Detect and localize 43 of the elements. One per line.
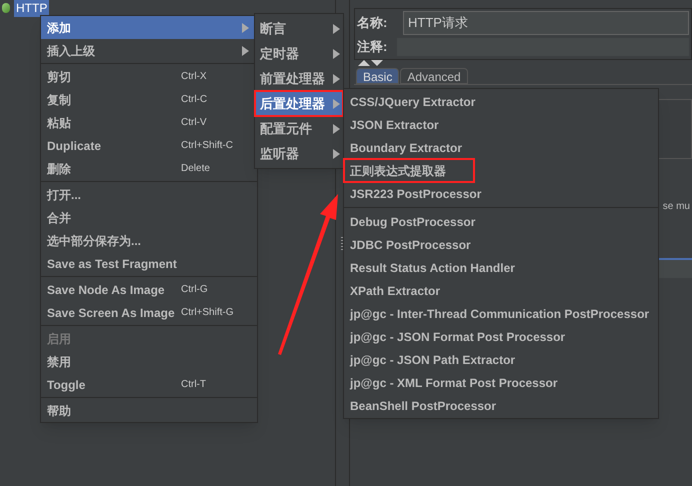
field-label: 名称: — [357, 14, 388, 32]
menu-item[interactable]: Result Status Action Handler — [344, 256, 658, 279]
menu-item[interactable]: jp@gc - JSON Path Extractor — [344, 348, 658, 371]
name-field[interactable]: HTTP请求 — [403, 11, 689, 35]
menu-item[interactable]: 禁用 — [41, 350, 257, 373]
menu-item[interactable]: 粘贴 Ctrl-V — [41, 111, 257, 134]
menu-item[interactable]: 合并 — [41, 206, 257, 229]
menu-item[interactable]: 正则表达式提取器 — [344, 159, 474, 182]
menu-item[interactable]: 定时器 — [255, 41, 343, 66]
menu-item[interactable]: Boundary Extractor — [344, 136, 658, 159]
menu-item[interactable]: 添加 — [41, 16, 257, 39]
option-label: se mu — [662, 200, 690, 214]
menu-item[interactable]: CSS/JQuery Extractor — [344, 90, 658, 113]
menu-item[interactable]: 剪切 Ctrl-X — [41, 65, 257, 88]
menu-item[interactable]: XPath Extractor — [344, 279, 658, 302]
menu-item[interactable]: 复制 Ctrl-C — [41, 88, 257, 111]
menu-item[interactable]: Save Screen As Image Ctrl+Shift-G — [41, 301, 257, 324]
menu-item[interactable]: jp@gc - XML Format Post Processor — [344, 371, 658, 394]
tab[interactable]: Basic — [356, 68, 400, 84]
expand-up-icon[interactable] — [358, 60, 370, 66]
menu-item[interactable]: jp@gc - JSON Format Post Processor — [344, 325, 658, 348]
menu-item[interactable]: Save Node As Image Ctrl-G — [41, 278, 257, 301]
menu-item[interactable]: JSON Extractor — [344, 113, 658, 136]
menu-item[interactable]: JDBC PostProcessor — [344, 233, 658, 256]
tab[interactable]: Advanced — [400, 68, 468, 84]
menu-item[interactable]: BeanShell PostProcessor — [344, 394, 658, 417]
menu-item[interactable]: Toggle Ctrl-T — [41, 373, 257, 396]
menu-item[interactable]: 删除 Delete — [41, 157, 257, 180]
menu-item[interactable]: Duplicate Ctrl+Shift-C — [41, 134, 257, 157]
menu-item[interactable]: 断言 — [255, 16, 343, 41]
menu-item[interactable]: Save as Test Fragment — [41, 252, 257, 275]
tree-item[interactable]: HTTP — [14, 0, 50, 17]
menu-item[interactable]: 选中部分保存为... — [41, 229, 257, 252]
collapse-down-icon[interactable] — [371, 60, 383, 66]
submenu-arrow-icon — [333, 24, 340, 34]
menu-item[interactable]: Debug PostProcessor — [344, 210, 658, 233]
menu-item[interactable]: 后置处理器 — [255, 91, 343, 116]
submenu-arrow-icon — [333, 48, 340, 58]
menu-item[interactable]: JSR223 PostProcessor — [344, 182, 658, 205]
menu-item[interactable]: 打开... — [41, 183, 257, 206]
menu-item[interactable]: 帮助 — [41, 399, 257, 422]
menu-item[interactable]: jp@gc - Inter-Thread Communication PostProcessor — [344, 302, 658, 325]
field-label: 注释: — [357, 38, 388, 56]
